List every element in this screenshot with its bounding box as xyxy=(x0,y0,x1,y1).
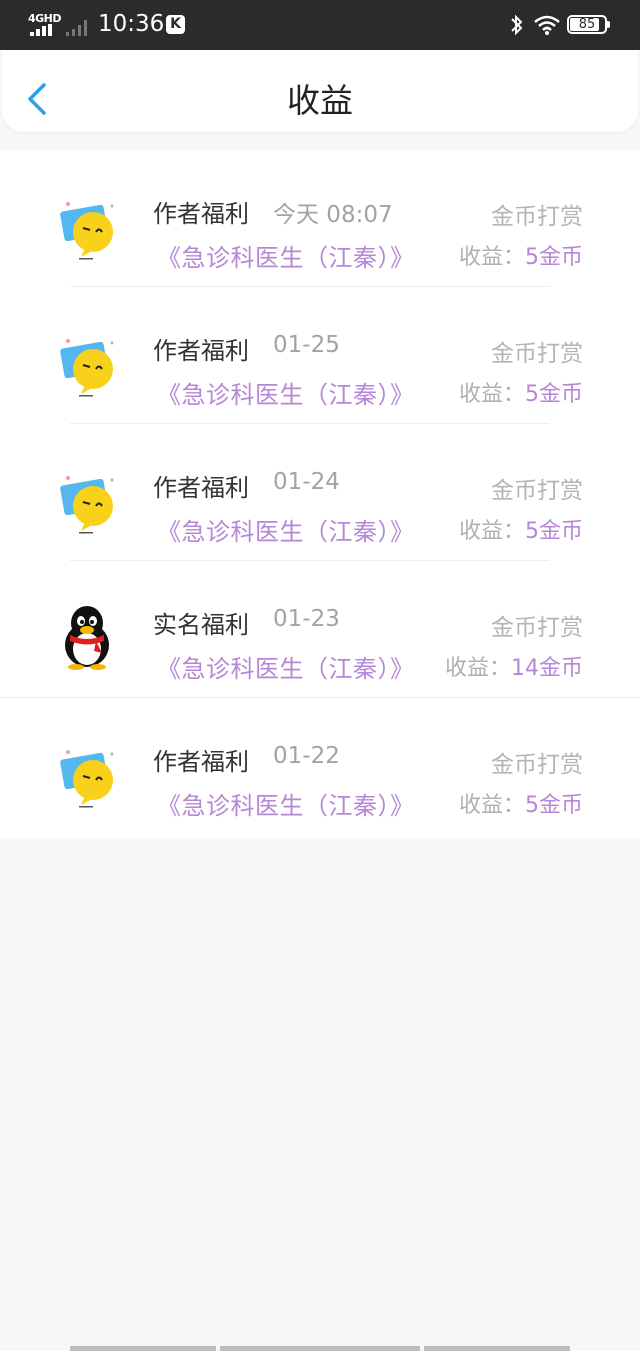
earning-label: 收益： xyxy=(444,656,511,681)
list-item[interactable]: 作者福利 01-22 金币打赏 《急诊科医生（江秦）》 收益：5金币 xyxy=(0,698,640,835)
book-title[interactable]: 《急诊科医生（江秦）》 xyxy=(157,238,415,273)
earning-text: 收益：14金币 xyxy=(445,650,583,682)
record-date: 01-25 xyxy=(273,332,340,358)
record-source: 金币打赏 xyxy=(491,615,583,641)
nav-gesture-bar-left[interactable] xyxy=(70,1346,216,1351)
signal-secondary-icon xyxy=(66,20,87,36)
list-item[interactable]: 作者福利 01-25 金币打赏 《急诊科医生（江秦）》 收益：5金币 xyxy=(0,287,640,424)
earning-text: 收益：5金币 xyxy=(459,513,583,545)
record-source: 金币打赏 xyxy=(491,204,583,230)
record-type: 作者福利 xyxy=(153,474,249,502)
earning-text: 收益：5金币 xyxy=(459,787,583,819)
list-item[interactable]: 作者福利 今天 08:07 金币打赏 《急诊科医生（江秦）》 收益：5金币 xyxy=(0,150,640,287)
earning-amount: 5金币 xyxy=(525,519,583,544)
earnings-list: 作者福利 今天 08:07 金币打赏 《急诊科医生（江秦）》 收益：5金币 作者… xyxy=(0,150,640,838)
bluetooth-icon xyxy=(511,14,523,36)
signal-icon xyxy=(30,24,52,36)
earning-amount: 5金币 xyxy=(525,793,583,818)
record-type: 作者福利 xyxy=(153,200,249,228)
earning-label: 收益： xyxy=(458,245,525,270)
emoji-avatar-icon xyxy=(60,339,114,397)
status-bar: 4GHD 10:36 K 85 xyxy=(0,0,640,50)
earning-text: 收益：5金币 xyxy=(459,376,583,408)
record-type: 作者福利 xyxy=(153,748,249,776)
earning-label: 收益： xyxy=(458,382,525,407)
battery-icon: 85 xyxy=(567,15,607,34)
emoji-avatar-icon xyxy=(60,202,114,260)
record-source: 金币打赏 xyxy=(491,752,583,778)
book-title[interactable]: 《急诊科医生（江秦）》 xyxy=(157,786,415,821)
wifi-icon xyxy=(534,15,560,35)
book-title[interactable]: 《急诊科医生（江秦）》 xyxy=(157,512,415,547)
earning-label: 收益： xyxy=(458,519,525,544)
record-source: 金币打赏 xyxy=(491,478,583,504)
emoji-avatar-icon xyxy=(60,476,114,534)
earning-text: 收益：5金币 xyxy=(459,239,583,271)
list-item[interactable]: 实名福利 01-23 金币打赏 《急诊科医生（江秦）》 收益：14金币 xyxy=(0,561,640,698)
penguin-avatar-icon xyxy=(65,606,109,670)
nav-gesture-bar-right[interactable] xyxy=(424,1346,570,1351)
book-title[interactable]: 《急诊科医生（江秦）》 xyxy=(157,649,415,684)
app-k-badge-icon: K xyxy=(166,15,185,34)
earning-amount: 14金币 xyxy=(511,656,583,681)
book-title[interactable]: 《急诊科医生（江秦）》 xyxy=(157,375,415,410)
record-date: 01-24 xyxy=(273,469,340,495)
record-type: 实名福利 xyxy=(153,611,249,639)
list-item[interactable]: 作者福利 01-24 金币打赏 《急诊科医生（江秦）》 收益：5金币 xyxy=(0,424,640,561)
battery-tip xyxy=(607,21,610,28)
record-date: 01-22 xyxy=(273,743,340,769)
emoji-avatar-icon xyxy=(60,750,114,808)
record-date: 今天 08:07 xyxy=(273,202,393,228)
clock: 10:36 xyxy=(98,11,165,37)
earning-label: 收益： xyxy=(458,793,525,818)
record-type: 作者福利 xyxy=(153,337,249,365)
earning-amount: 5金币 xyxy=(525,245,583,270)
record-date: 01-23 xyxy=(273,606,340,632)
page-title: 收益 xyxy=(287,81,353,120)
nav-gesture-bar-center[interactable] xyxy=(220,1346,420,1351)
header: 收益 xyxy=(2,50,638,132)
battery-percent: 85 xyxy=(578,17,596,32)
record-source: 金币打赏 xyxy=(491,341,583,367)
earning-amount: 5金币 xyxy=(525,382,583,407)
